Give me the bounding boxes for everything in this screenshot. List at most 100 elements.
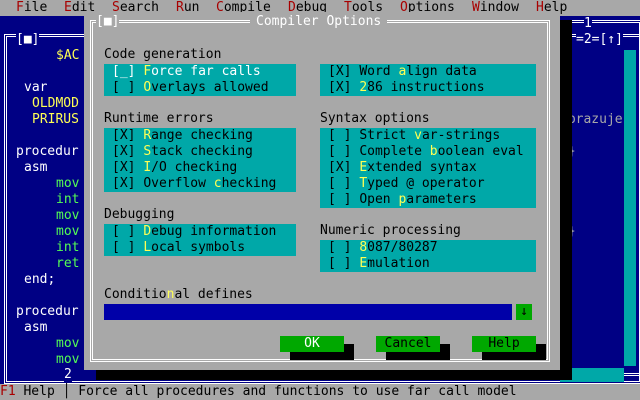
syntax-options-checkbox[interactable]: [ ] Open parameters (328, 192, 477, 208)
conditional-defines-label: Conditional defines (104, 287, 253, 303)
numeric-processing-checkbox[interactable]: [ ] 8087/80287 (328, 240, 438, 256)
checkbox-mark[interactable]: [X] (328, 64, 359, 79)
group-label-numeric-processing: Numeric processing (320, 223, 461, 238)
conditional-defines-input[interactable] (104, 304, 512, 320)
checkbox-mark[interactable]: [ ] (112, 224, 143, 239)
checkbox-label-part: 86 instructions (367, 80, 485, 95)
checkbox-label-part: oolean eval (437, 144, 524, 159)
checkbox-label-part: Open (359, 192, 399, 207)
syntax-options-checkbox[interactable]: [ ] Typed @ operator (328, 176, 485, 192)
history-down-arrow-icon[interactable]: ↓ (516, 304, 532, 320)
status-key-f1[interactable]: F1 (0, 384, 16, 399)
status-separator: │ (55, 384, 78, 399)
checkbox-hotkey: 2 (359, 80, 368, 95)
checkbox-mark[interactable]: [ ] (328, 144, 359, 159)
window-2-close-box[interactable]: [■] (16, 32, 40, 48)
runtime-errors-checkbox[interactable]: [X] Range checking (112, 128, 253, 144)
checkbox-mark[interactable]: [ ] (328, 192, 359, 207)
checkbox-mark[interactable]: [ ] (328, 240, 359, 255)
checkbox-label-part: yped @ operator (367, 176, 485, 191)
group-label-runtime-errors: Runtime errors (104, 111, 214, 126)
checkbox-mark[interactable]: [ ] (328, 128, 359, 143)
checkbox-hotkey: I (143, 160, 152, 175)
dialog-close-button[interactable]: [■] (96, 14, 120, 30)
checkbox-mark[interactable]: [ ] (328, 176, 359, 191)
checkbox-label-part: mulation (367, 256, 430, 271)
syntax-options-checkbox[interactable]: [ ] Strict var-strings (328, 128, 500, 144)
status-hint-text: Force all procedures and functions to us… (78, 384, 517, 399)
dialog-shadow (560, 20, 572, 380)
window-2-number-bottom: 2 (64, 367, 72, 383)
checkbox-hotkey: R (143, 128, 152, 143)
checkbox-hotkey: E (359, 160, 368, 175)
status-key-label[interactable]: Help (16, 384, 54, 399)
runtime-errors-checkbox[interactable]: [X] Overflow checking (112, 176, 276, 192)
syntax-options-group: [ ] Strict var-strings[ ] Complete boole… (320, 128, 536, 208)
syntax-options-checkbox[interactable]: [ ] Complete boolean eval (328, 144, 524, 160)
code-generation-checkbox[interactable]: [_] Force far calls (112, 64, 261, 80)
code-line: ret (56, 256, 80, 271)
cancel-button[interactable]: Cancel (376, 336, 440, 352)
debugging-checkbox[interactable]: [ ] Debug information (112, 224, 276, 240)
group-label-debugging: Debugging (104, 207, 175, 222)
checkbox-mark[interactable]: [ ] (112, 240, 143, 255)
checkbox-hotkey: O (143, 80, 152, 95)
checkbox-mark[interactable]: [ ] (112, 80, 143, 95)
status-bar: F1 Help │ Force all procedures and funct… (0, 384, 640, 400)
code-generation-checkbox[interactable]: [X] 286 instructions (328, 80, 485, 96)
code-line: OLDMOD (32, 96, 79, 111)
syntax-options-checkbox[interactable]: [X] Extended syntax (328, 160, 477, 176)
code-generation-checkbox[interactable]: [ ] Overlays allowed (112, 80, 269, 96)
checkbox-label-part: Complete (359, 144, 430, 159)
checkbox-hotkey: b (429, 144, 438, 159)
checkbox-hotkey: S (143, 144, 152, 159)
checkbox-mark[interactable]: [X] (112, 144, 143, 159)
checkbox-label-part: Strict (359, 128, 415, 143)
checkbox-mark[interactable]: [ ] (328, 256, 359, 271)
checkbox-hotkey: F (143, 64, 152, 79)
runtime-errors-group: [X] Range checking [X] Stack checking [X] … (104, 128, 296, 192)
checkbox-mark[interactable]: [X] (328, 80, 359, 95)
checkbox-hotkey: T (359, 176, 368, 191)
checkbox-label-part: orce far calls (151, 64, 261, 79)
checkbox-label-part: /O checking (151, 160, 238, 175)
numeric-processing-group: [ ] 8087/80287[ ] Emulation (320, 240, 536, 272)
group-label-code-generation: Code generation (104, 47, 222, 62)
numeric-processing-checkbox[interactable]: [ ] Emulation (328, 256, 430, 272)
checkbox-mark[interactable]: [_] (112, 64, 143, 79)
code-line: int (56, 240, 80, 255)
group-label-syntax-options: Syntax options (320, 111, 430, 126)
runtime-errors-checkbox[interactable]: [X] I/O checking (112, 160, 237, 176)
menu-label-rest: ile (23, 0, 48, 15)
window-1-number[interactable]: 1 (584, 16, 592, 32)
code-generation-checkbox[interactable]: [X] Word align data (328, 64, 477, 80)
checkbox-hotkey: c (213, 176, 222, 191)
code-line: mov (56, 224, 80, 239)
help-button[interactable]: Help (472, 336, 536, 352)
checkbox-label-part: 087/80287 (367, 240, 438, 255)
dialog-title: Compiler Options (250, 14, 388, 30)
checkbox-hotkey: L (143, 240, 152, 255)
window-2-title-controls[interactable]: =2=[↑] (576, 32, 623, 48)
checkbox-mark[interactable]: [X] (112, 160, 143, 175)
checkbox-label-part: hecking (221, 176, 277, 191)
menu-file[interactable]: File (16, 0, 47, 16)
checkbox-label-part: ar-strings (421, 128, 501, 143)
debugging-checkbox[interactable]: [ ] Local symbols (112, 240, 245, 256)
checkbox-mark[interactable]: [X] (328, 160, 359, 175)
checkbox-label-part: ocal symbols (151, 240, 246, 255)
checkbox-mark[interactable]: [X] (112, 128, 143, 143)
code-line: asm (24, 320, 48, 335)
checkbox-label-part: verlays allowed (151, 80, 269, 95)
runtime-errors-checkbox[interactable]: [X] Stack checking (112, 144, 253, 160)
code-line: $AC (56, 48, 80, 63)
code-line: asm (24, 160, 48, 175)
checkbox-mark[interactable]: [X] (112, 176, 143, 191)
vertical-scrollbar[interactable] (624, 50, 636, 366)
checkbox-label-part: tack checking (151, 144, 253, 159)
code-line: procedur (16, 304, 79, 319)
close-icon[interactable]: [■] (96, 14, 119, 29)
checkbox-hotkey: D (143, 224, 152, 239)
ok-button[interactable]: OK (280, 336, 344, 352)
code-line: mov (56, 208, 80, 223)
